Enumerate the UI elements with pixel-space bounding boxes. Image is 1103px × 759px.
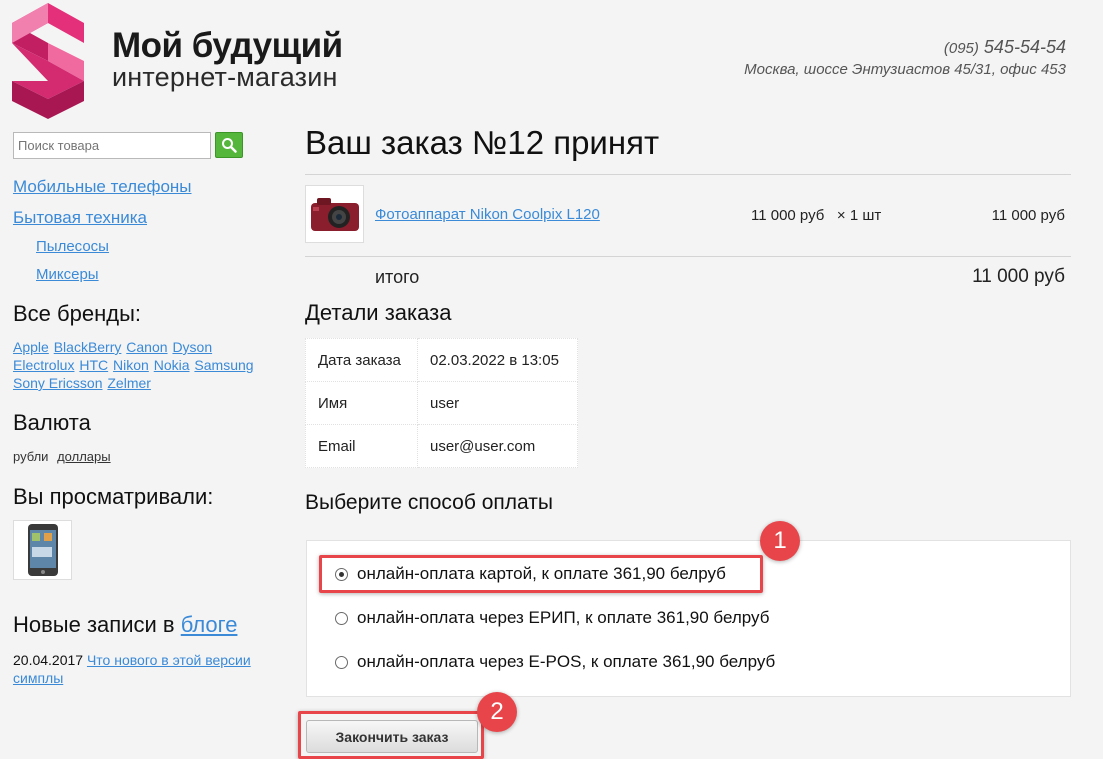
- brand-link[interactable]: Apple: [13, 339, 49, 355]
- table-row: Имя user: [305, 381, 578, 425]
- payment-option-label: онлайн-оплата через ЕРИП, к оплате 361,9…: [357, 608, 770, 627]
- brand-link[interactable]: Electrolux: [13, 357, 74, 373]
- detail-value: user@user.com: [417, 424, 578, 468]
- brand-link[interactable]: BlackBerry: [54, 339, 122, 355]
- product-price: 11 000 руб × 1 шт: [751, 207, 881, 224]
- product-unit-price: 11 000 руб: [751, 207, 825, 224]
- radio-unselected[interactable]: [335, 655, 348, 669]
- search-icon: [222, 138, 237, 153]
- payment-option-erip[interactable]: онлайн-оплата через ЕРИП, к оплате 361,9…: [335, 608, 769, 628]
- blog-link[interactable]: блоге: [181, 612, 238, 637]
- currency-switch: рубли доллары: [13, 449, 111, 464]
- payment-option-label: онлайн-оплата через E-POS, к оплате 361,…: [357, 652, 776, 671]
- camera-image: [310, 198, 359, 231]
- brand-link[interactable]: Samsung: [194, 357, 253, 373]
- page-title: Ваш заказ №12 принят: [305, 124, 660, 161]
- blog-post: 20.04.2017 Что нового в этой версии симп…: [13, 651, 283, 687]
- product-quantity: × 1 шт: [836, 207, 882, 224]
- address: Москва, шоссе Энтузиастов 45/31, офис 45…: [744, 61, 1066, 78]
- highlight-frame-2: [298, 711, 484, 759]
- search-input[interactable]: [13, 132, 211, 159]
- brand-link[interactable]: Nikon: [113, 357, 149, 373]
- brand-link[interactable]: Nokia: [154, 357, 190, 373]
- divider: [305, 174, 1071, 175]
- phone-number: 545-54-54: [983, 37, 1066, 57]
- highlight-frame-1: [319, 555, 763, 593]
- radio-unselected[interactable]: [335, 611, 348, 625]
- logo-subtitle: интернет-магазин: [112, 62, 338, 92]
- step-badge-2: 2: [477, 692, 517, 732]
- details-heading: Детали заказа: [305, 300, 452, 325]
- payment-heading: Выберите способ оплаты: [305, 491, 553, 514]
- brands-list: Apple BlackBerry Canon Dyson Electrolux …: [13, 338, 283, 392]
- detail-key: Дата заказа: [305, 338, 418, 382]
- phone-image: [27, 524, 58, 576]
- table-row: Дата заказа 02.03.2022 в 13:05: [305, 338, 578, 382]
- search-button[interactable]: [215, 132, 243, 158]
- logo-title: Мой будущий: [112, 26, 343, 65]
- brand-link[interactable]: Sony Ericsson: [13, 375, 102, 391]
- brand-link[interactable]: Zelmer: [107, 375, 151, 391]
- currency-current: рубли: [13, 449, 49, 464]
- payment-option-epos[interactable]: онлайн-оплата через E-POS, к оплате 361,…: [335, 652, 775, 672]
- table-row: Email user@user.com: [305, 424, 578, 468]
- category-appliances[interactable]: Бытовая техника: [13, 208, 147, 228]
- product-link[interactable]: Фотоаппарат Nikon Coolpix L120: [375, 206, 600, 223]
- total-label: итого: [375, 267, 420, 287]
- detail-value: user: [417, 381, 578, 425]
- divider: [305, 256, 1071, 257]
- subcategory-mixers[interactable]: Миксеры: [36, 266, 99, 283]
- phone: (095) 545-54-54: [744, 36, 1066, 60]
- brand-link[interactable]: Dyson: [172, 339, 212, 355]
- currency-dollars-link[interactable]: доллары: [57, 449, 111, 464]
- brand-link[interactable]: HTC: [79, 357, 108, 373]
- subcategory-vacuums[interactable]: Пылесосы: [36, 238, 109, 255]
- detail-key: Email: [305, 424, 418, 468]
- detail-value: 02.03.2022 в 13:05: [417, 338, 578, 382]
- blog-post-date: 20.04.2017: [13, 652, 84, 668]
- total-sum: 11 000 руб: [972, 266, 1065, 287]
- step-badge-1: 1: [760, 521, 800, 561]
- brand-link[interactable]: Canon: [126, 339, 167, 355]
- shop-logo[interactable]: [12, 3, 84, 119]
- currency-heading: Валюта: [13, 410, 91, 435]
- viewed-heading: Вы просматривали:: [13, 484, 214, 509]
- phone-code: (095): [943, 40, 979, 57]
- brands-heading: Все бренды:: [13, 301, 142, 326]
- product-total: 11 000 руб: [991, 207, 1065, 224]
- blog-heading-text: Новые записи в: [13, 612, 175, 637]
- order-details-table: Дата заказа 02.03.2022 в 13:05 Имя user …: [305, 338, 578, 468]
- category-mobile-phones[interactable]: Мобильные телефоны: [13, 177, 192, 197]
- blog-heading: Новые записи в блоге: [13, 612, 237, 638]
- detail-key: Имя: [305, 381, 418, 425]
- viewed-product-thumb[interactable]: [13, 520, 72, 580]
- product-image[interactable]: [305, 185, 364, 243]
- contacts: (095) 545-54-54 Москва, шоссе Энтузиасто…: [744, 36, 1066, 80]
